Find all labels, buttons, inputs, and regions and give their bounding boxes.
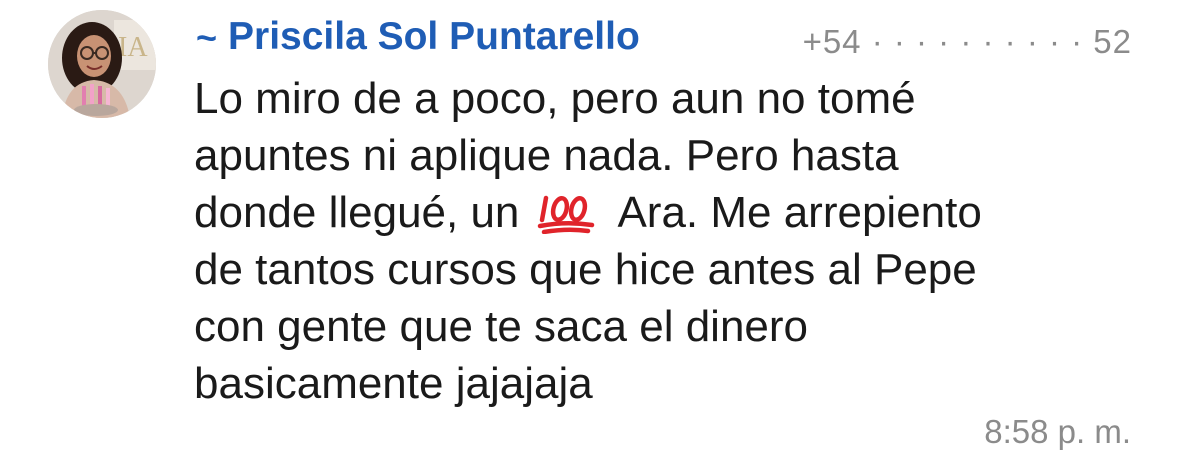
profile-photo-icon: IA (48, 10, 156, 118)
sender-phone: +54 · · · · · · · · · · 52 (802, 23, 1132, 60)
sender-header: ~ Priscila Sol Puntarello +54 · · · · · … (196, 12, 1136, 64)
message-timestamp: 8:58 p. m. (984, 413, 1131, 450)
sender-name[interactable]: Priscila Sol Puntarello (228, 14, 640, 60)
hundred-points-emoji-icon (536, 188, 600, 235)
chat-message[interactable]: IA ~ Priscila Sol Puntarello +54 · · · ·… (0, 0, 1179, 474)
svg-text:IA: IA (118, 32, 148, 63)
message-body: Lo miro de a poco, pero aun no tomé apun… (194, 70, 1124, 412)
sender-prefix: ~ (196, 17, 218, 58)
sender-avatar[interactable]: IA (48, 10, 156, 118)
